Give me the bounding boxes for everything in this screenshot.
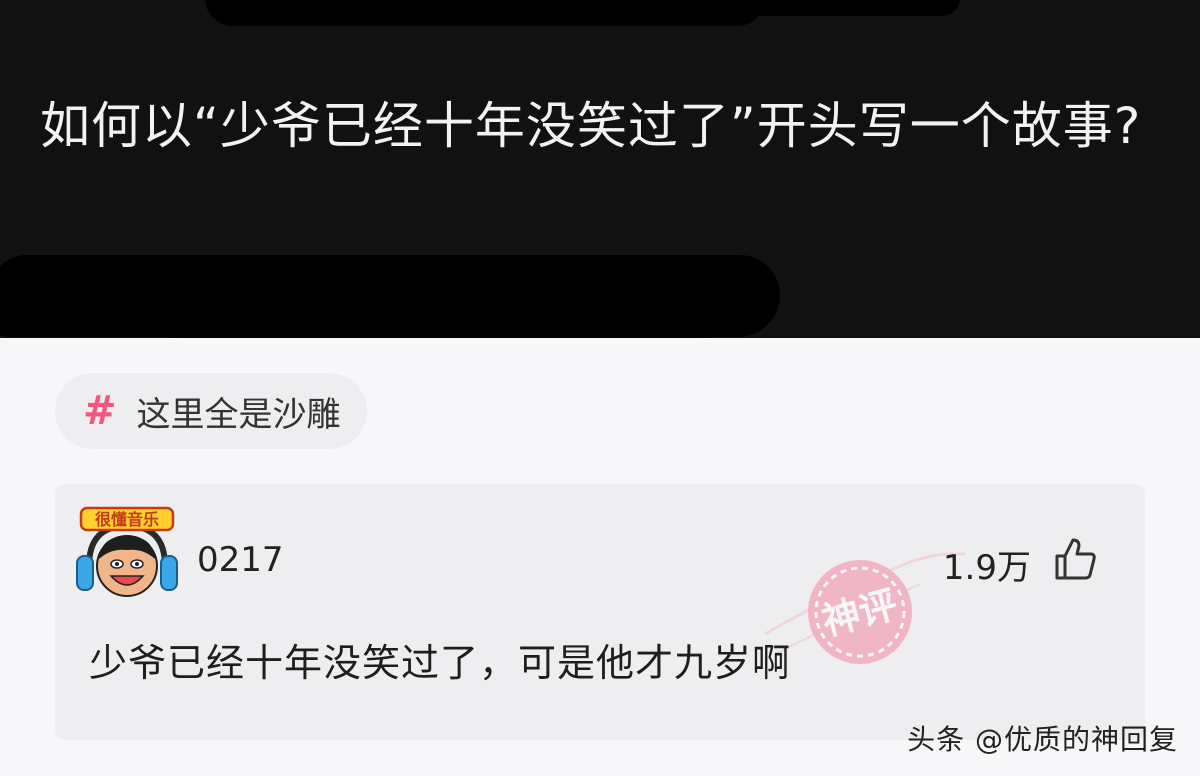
- hash-icon: #: [83, 388, 117, 434]
- question-title[interactable]: 如何以“少爷已经十年没笑过了”开头写一个故事?: [40, 88, 1160, 164]
- topic-tag[interactable]: # 这里全是沙雕: [55, 373, 367, 449]
- redaction-bar: [700, 0, 960, 16]
- comment-text: 少爷已经十年没笑过了，可是他才九岁啊: [89, 641, 792, 685]
- question-header: 如何以“少爷已经十年没笑过了”开头写一个故事?: [0, 0, 1200, 338]
- thumbs-up-icon[interactable]: [1053, 536, 1097, 582]
- topic-label: 这里全是沙雕: [136, 394, 341, 435]
- comment-card[interactable]: 很懂音乐 0217 神评 1.9万 少爷已经十年没笑过了，可是他才九岁啊: [55, 484, 1145, 740]
- redaction-bar: [160, 300, 720, 338]
- like-count: 1.9万: [942, 548, 1031, 588]
- avatar-badge-text: 很懂音乐: [95, 510, 159, 529]
- source-watermark: 头条 @优质的神回复: [907, 723, 1178, 756]
- redaction-bar: [205, 0, 765, 26]
- avatar[interactable]: 很懂音乐: [67, 504, 187, 604]
- comment-username[interactable]: 0217: [197, 540, 284, 580]
